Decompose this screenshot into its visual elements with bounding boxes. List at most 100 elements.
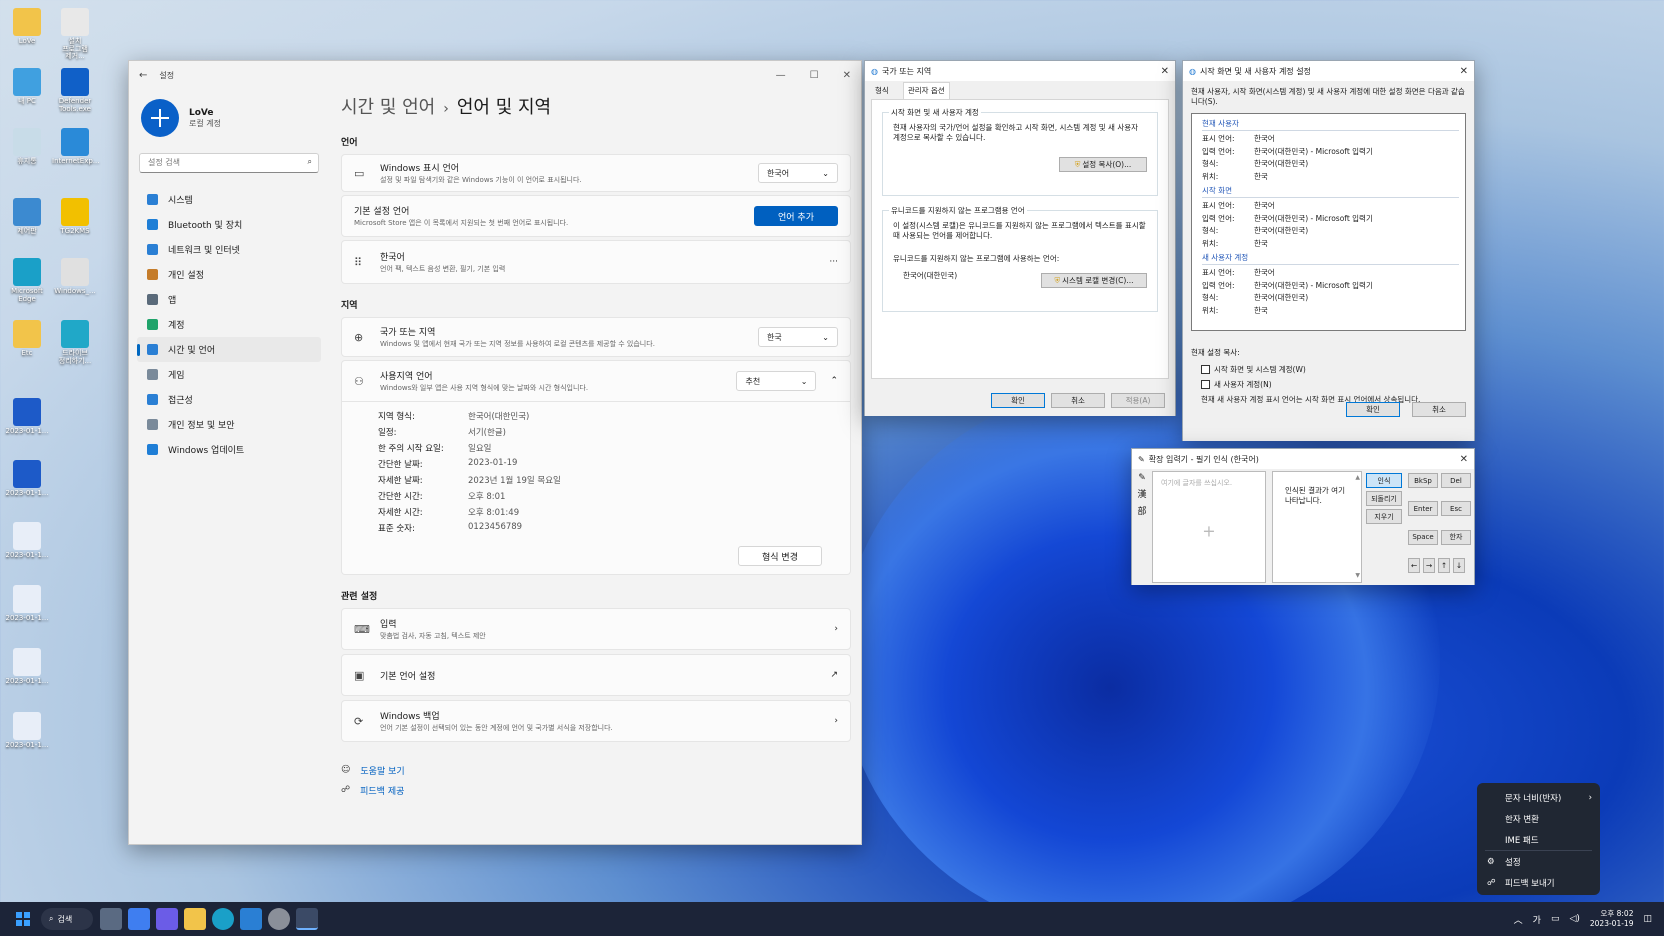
close-icon[interactable]: ✕ <box>843 70 851 81</box>
related-setting-card[interactable]: ⌨ 입력 맞춤법 검사, 자동 고침, 텍스트 제안 › <box>341 608 851 650</box>
back-arrow-icon[interactable]: ← <box>139 70 147 81</box>
ime-menu-item[interactable]: ☍ 피드백 보내기 <box>1477 872 1600 893</box>
desktop-icon[interactable]: LoVe <box>4 8 50 46</box>
arrow-key[interactable]: ↓ <box>1453 557 1465 573</box>
ime-key[interactable]: Del <box>1441 473 1471 488</box>
edge-icon[interactable] <box>212 908 234 930</box>
desktop-icon[interactable]: Defender Tools.exe <box>52 68 98 113</box>
tray-overflow-icon[interactable]: ︿ <box>1514 913 1523 926</box>
maximize-icon[interactable]: ☐ <box>810 70 819 81</box>
change-system-locale-button[interactable]: ⛨ 시스템 로캘 변경(C)... <box>1041 273 1147 289</box>
desktop-icon[interactable]: 제어판 <box>4 198 50 236</box>
taskbar-search[interactable]: ⌕ 검색 <box>41 908 93 930</box>
tab-format[interactable]: 형식 <box>875 85 889 99</box>
desktop-icon[interactable]: TG2KMS <box>52 198 98 236</box>
sidebar-item[interactable]: 접근성 <box>137 387 321 412</box>
start-button[interactable] <box>12 908 34 930</box>
region-control-icon[interactable] <box>296 908 318 930</box>
sidebar-item[interactable]: Windows 업데이트 <box>137 437 321 462</box>
country-dropdown[interactable]: 한국 ⌄ <box>758 327 838 347</box>
ime-key[interactable]: Space <box>1408 529 1438 545</box>
ime-action-button[interactable]: 지우기 <box>1366 509 1402 524</box>
ok-button[interactable]: 확인 <box>1346 402 1400 417</box>
arrow-key[interactable]: ↑ <box>1438 557 1450 573</box>
chat-icon[interactable] <box>156 908 178 930</box>
file-explorer-icon[interactable] <box>184 908 206 930</box>
sidebar-item[interactable]: 앱 <box>137 287 321 312</box>
related-setting-card[interactable]: ▣ 기본 언어 설정 ↗ <box>341 654 851 696</box>
ime-mode-icon[interactable]: 漢 <box>1137 487 1146 500</box>
ime-menu-item[interactable]: 한자 변환 <box>1477 808 1600 829</box>
sidebar-item[interactable]: 개인 정보 및 보안 <box>137 412 321 437</box>
sidebar-item[interactable]: 시스템 <box>137 187 321 212</box>
close-icon[interactable]: ✕ <box>1161 66 1169 77</box>
add-language-button[interactable]: 언어 추가 <box>754 206 838 226</box>
ime-key[interactable]: BkSp <box>1408 473 1438 488</box>
close-icon[interactable]: ✕ <box>1460 454 1468 465</box>
desktop-icon[interactable]: InternetExp... <box>52 128 99 166</box>
desktop-icon[interactable]: 내 PC <box>4 68 50 106</box>
recognition-result[interactable]: 인식된 결과가 여기 나타납니다. ▲ ▼ <box>1272 471 1362 583</box>
desktop-icon[interactable]: Windows_... <box>52 258 98 296</box>
desktop-icon[interactable]: 2023-01-1... <box>4 585 50 623</box>
ime-action-button[interactable]: 되돌리기 <box>1366 491 1402 506</box>
chevron-up-icon[interactable]: ⌃ <box>830 376 838 386</box>
sidebar-item[interactable]: 계정 <box>137 312 321 337</box>
notification-icon[interactable]: ◫ <box>1643 914 1652 924</box>
desktop-icon[interactable]: 설치 프로그램 제거... <box>52 8 98 61</box>
settings-search-input[interactable]: 설정 검색 ⌕ <box>139 153 319 173</box>
minimize-icon[interactable]: — <box>776 70 786 81</box>
desktop-icon[interactable]: 2023-01-1... <box>4 712 50 750</box>
ime-mode-icon[interactable]: ✎ <box>1138 473 1146 483</box>
profile[interactable]: LoVe 로컬 계정 <box>141 99 221 137</box>
checkbox-new-user[interactable]: 새 사용자 계정(N) <box>1201 379 1466 390</box>
apply-button[interactable]: 적용(A) <box>1111 393 1165 408</box>
regional-format-dropdown[interactable]: 추천 ⌄ <box>736 371 817 391</box>
close-icon[interactable]: ✕ <box>1460 66 1468 77</box>
ime-key[interactable]: Enter <box>1408 501 1438 517</box>
ime-menu-item[interactable]: 문자 너비(반자) › <box>1477 787 1600 808</box>
regional-format-card[interactable]: ⚇ 사용지역 언어 Windows와 일부 앱은 사용 지역 형식에 맞는 날짜… <box>341 360 851 402</box>
scroll-down-icon[interactable]: ▼ <box>1355 572 1360 580</box>
change-format-button[interactable]: 형식 변경 <box>738 546 822 566</box>
ime-menu-item[interactable]: IME 패드 <box>1477 829 1600 850</box>
checkbox-box[interactable] <box>1201 380 1210 390</box>
checkbox-box[interactable] <box>1201 365 1210 375</box>
display-language-dropdown[interactable]: 한국어 ⌄ <box>758 163 838 183</box>
desktop-icon[interactable]: 휴지통 <box>4 128 50 166</box>
sidebar-item[interactable]: 개인 설정 <box>137 262 321 287</box>
volume-icon[interactable]: ◁) <box>1569 914 1579 924</box>
widgets-icon[interactable] <box>128 908 150 930</box>
clock[interactable]: 오후 8:02 2023-01-19 <box>1590 909 1634 929</box>
tab-admin[interactable]: 관리자 옵션 <box>902 82 950 99</box>
handwriting-canvas[interactable]: 여기에 글자를 쓰십시오. + <box>1152 471 1266 583</box>
network-icon[interactable]: ▭ <box>1551 914 1560 924</box>
breadcrumb-parent[interactable]: 시간 및 언어 <box>341 97 435 118</box>
ime-menu-item[interactable]: ⚙ 설정 <box>1477 851 1600 872</box>
feedback-link[interactable]: ☍ 피드백 제공 <box>341 780 851 800</box>
task-view-icon[interactable] <box>100 908 122 930</box>
ime-key[interactable]: Esc <box>1441 501 1471 517</box>
settings-summary-list[interactable]: 현재 사용자 표시 언어: 한국어 입력 언어: 한국어(대한민국) - Microso… <box>1191 113 1466 332</box>
cancel-button[interactable]: 취소 <box>1051 393 1105 408</box>
ime-mode-indicator[interactable]: 가 <box>1533 913 1541 926</box>
desktop-icon[interactable]: 드라이브 정리하기... <box>52 320 98 365</box>
related-setting-card[interactable]: ⟳ Windows 백업 언어 기본 설정이 선택되어 있는 동안 계정에 언어 및… <box>341 700 851 742</box>
store-icon[interactable] <box>240 908 262 930</box>
help-link[interactable]: ☺ 도움말 보기 <box>341 760 851 780</box>
ime-key[interactable]: 한자 <box>1441 529 1471 545</box>
drag-handle-icon[interactable]: ⠿ <box>354 256 368 269</box>
arrow-key[interactable]: ← <box>1408 557 1420 573</box>
desktop-icon[interactable]: Microsoft Edge <box>4 258 50 303</box>
sidebar-item[interactable]: 게임 <box>137 362 321 387</box>
sidebar-item[interactable]: Bluetooth 및 장치 <box>137 212 321 237</box>
settings-gear-icon[interactable] <box>268 908 290 930</box>
cancel-button[interactable]: 취소 <box>1412 402 1466 417</box>
desktop-icon[interactable]: 2023-01-1... <box>4 522 50 560</box>
ime-action-button[interactable]: 인식 <box>1366 473 1402 488</box>
desktop-icon[interactable]: 2023-01-1... <box>4 398 50 436</box>
arrow-key[interactable]: → <box>1423 557 1435 573</box>
checkbox-welcome-screen[interactable]: 시작 화면 및 시스템 계정(W) <box>1201 364 1466 375</box>
korean-language-item[interactable]: ⠿ 한국어 언어 팩, 텍스트 음성 변환, 필기, 기본 입력 ··· <box>341 240 851 284</box>
ime-mode-icon[interactable]: 部 <box>1137 504 1146 517</box>
